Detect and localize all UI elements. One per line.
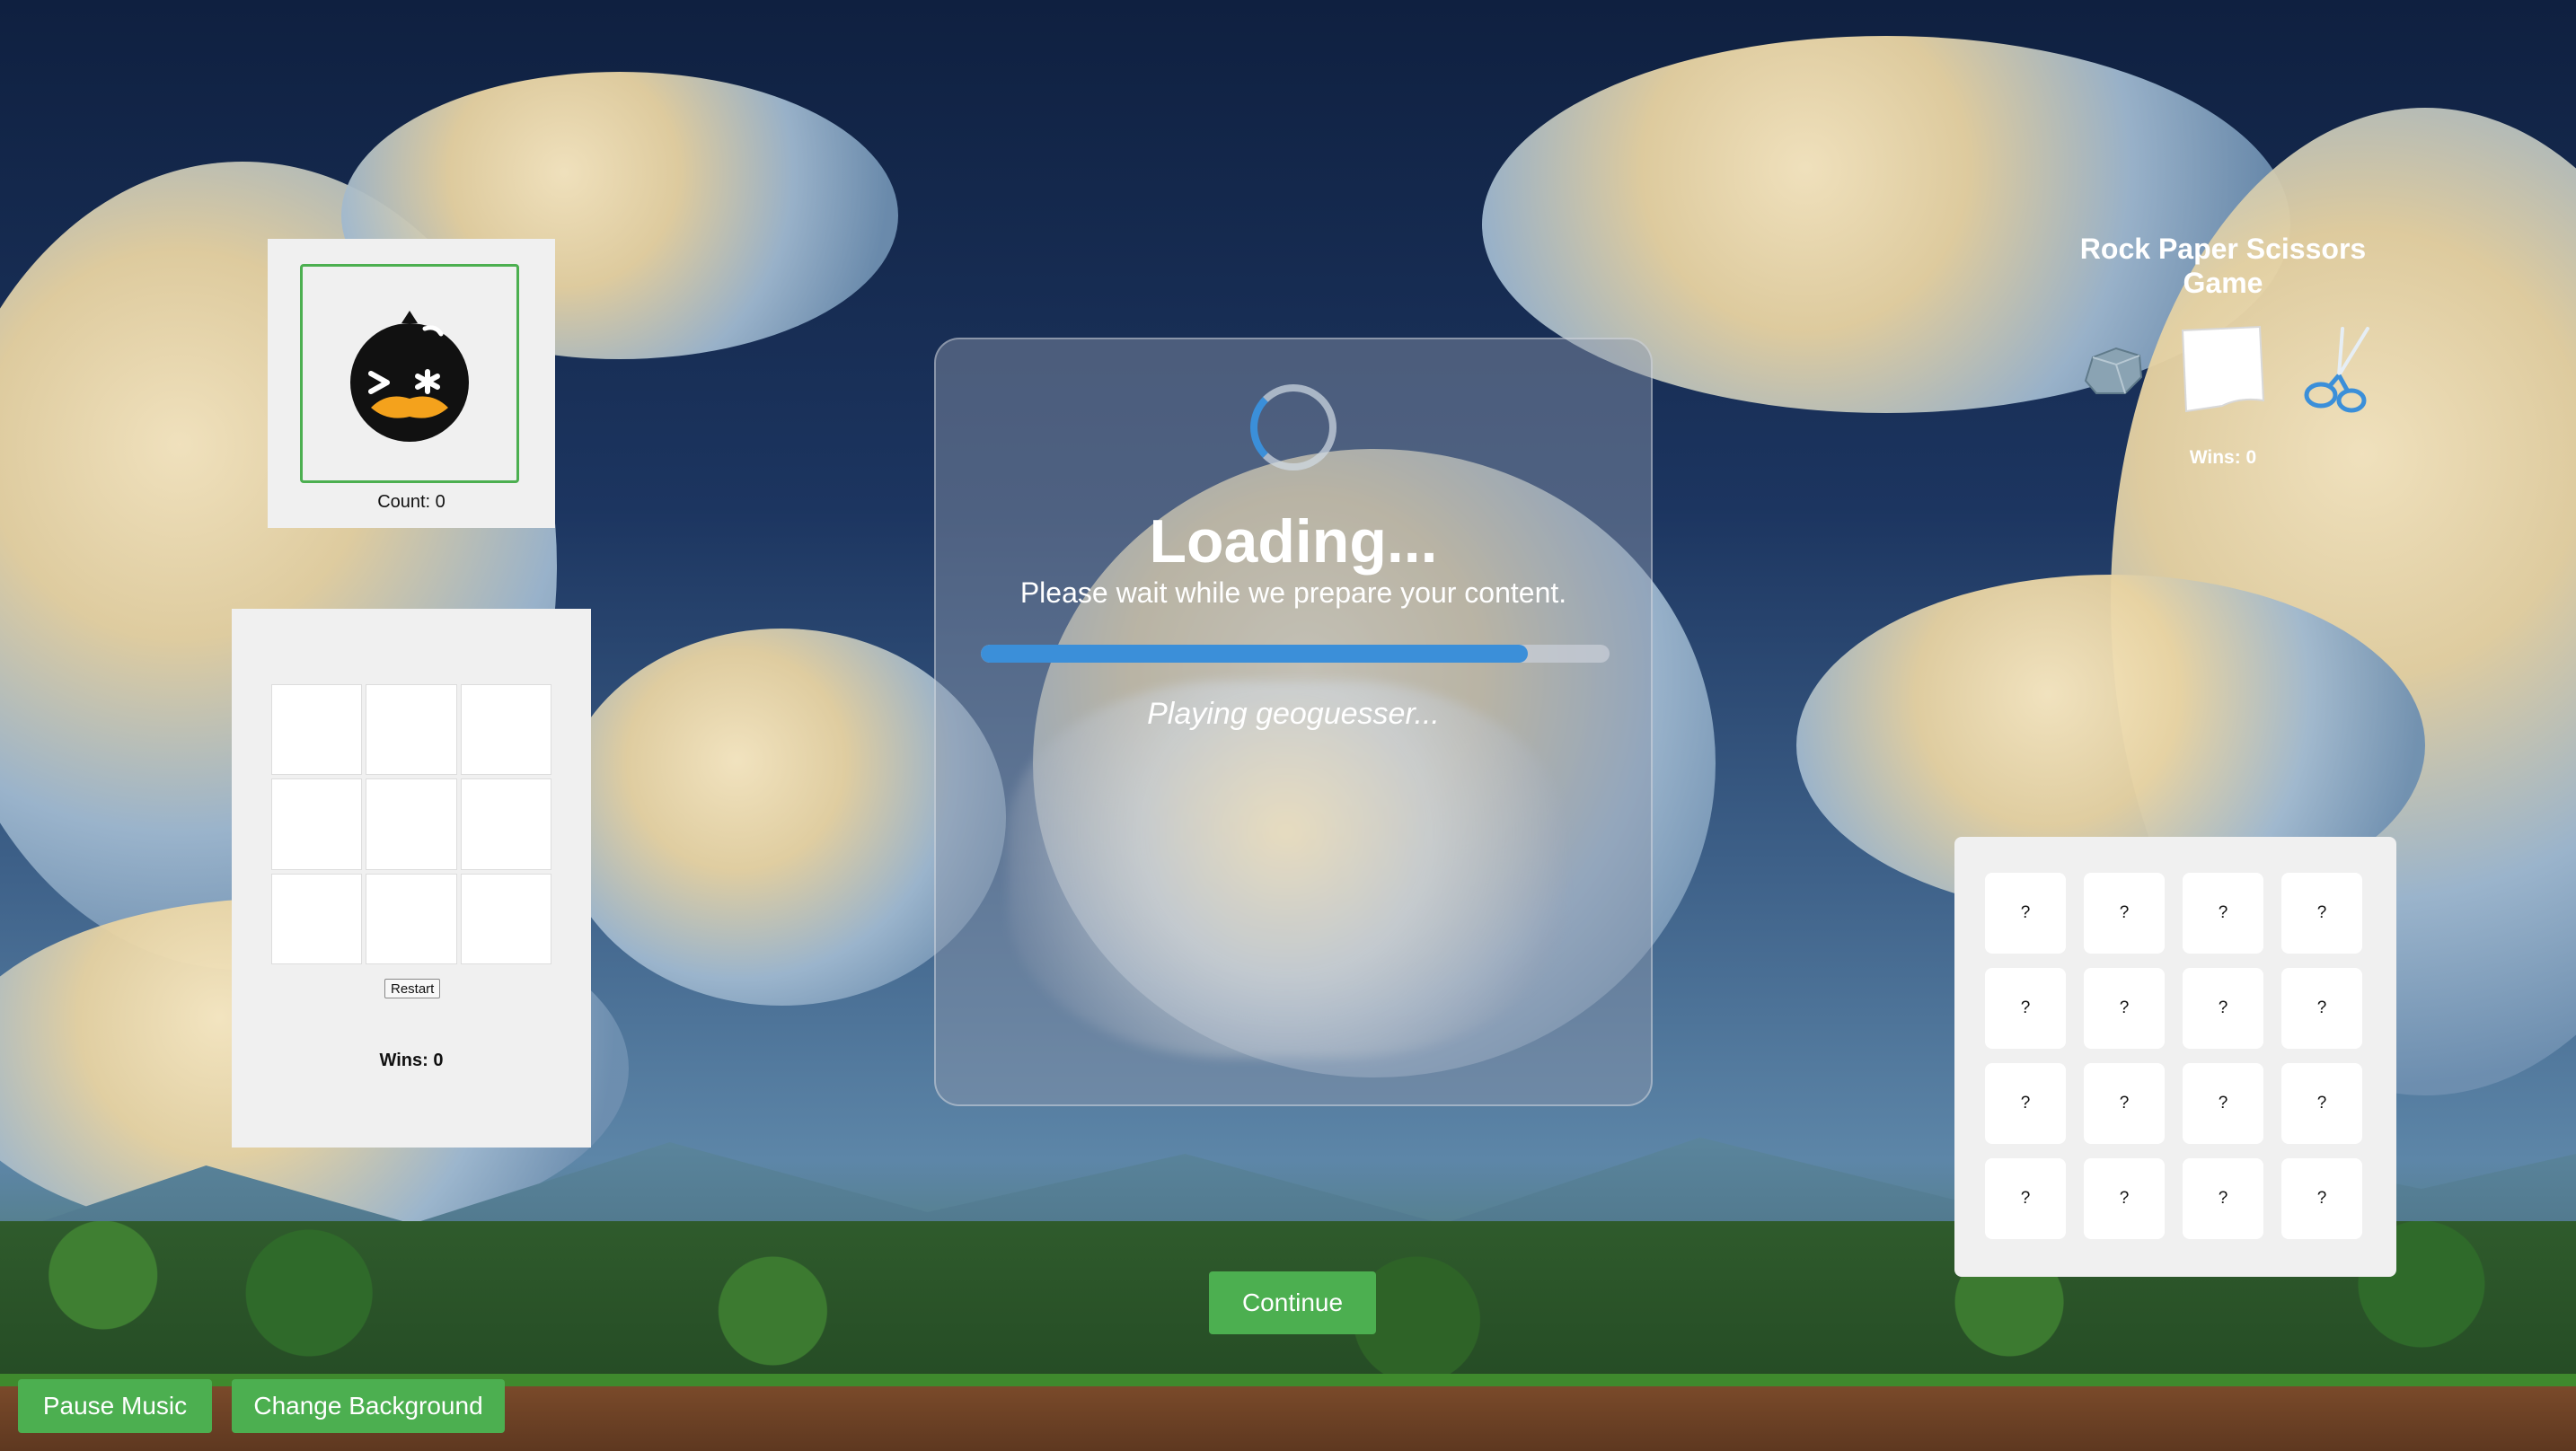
- tictactoe-cell[interactable]: [271, 873, 363, 964]
- loading-status: Playing geoguesser...: [1147, 697, 1440, 731]
- progress-bar-fill: [981, 645, 1528, 663]
- tictactoe-cell[interactable]: [366, 684, 457, 776]
- tictactoe-panel: Restart Wins: 0: [232, 609, 591, 1148]
- tictactoe-board: [271, 684, 551, 964]
- rps-panel: Rock Paper Scissors Game Wins: 0: [2048, 232, 2398, 474]
- tictactoe-cell[interactable]: [366, 778, 457, 870]
- modal-backdrop-cloud: [1008, 681, 1565, 1058]
- pet-panel: Count: 0: [268, 239, 555, 528]
- tictactoe-cell[interactable]: [460, 684, 551, 776]
- memory-game-panel: ? ? ? ? ? ? ? ? ? ? ? ? ? ? ? ?: [1954, 837, 2396, 1277]
- tictactoe-wins-label: Wins: 0: [379, 1051, 444, 1070]
- progress-bar: [981, 645, 1610, 663]
- rps-wins-label: Wins: 0: [2189, 447, 2257, 468]
- memory-card[interactable]: ?: [1985, 873, 2066, 954]
- memory-card[interactable]: ?: [2281, 968, 2362, 1049]
- loading-subtitle: Please wait while we prepare your conten…: [1019, 576, 1567, 609]
- continue-button[interactable]: Continue: [1209, 1271, 1376, 1334]
- pause-music-button[interactable]: Pause Music: [18, 1379, 212, 1433]
- memory-card[interactable]: ?: [2281, 873, 2362, 954]
- change-background-button[interactable]: Change Background: [232, 1379, 505, 1433]
- pet-count-label: Count: 0: [377, 492, 446, 512]
- memory-card[interactable]: ?: [2084, 968, 2165, 1049]
- scissors-icon[interactable]: [2301, 325, 2377, 415]
- loading-spinner-icon: [1250, 384, 1337, 470]
- memory-card[interactable]: ?: [2183, 873, 2263, 954]
- memory-card[interactable]: ?: [1985, 1158, 2066, 1239]
- memory-card[interactable]: ?: [2281, 1063, 2362, 1144]
- rock-icon[interactable]: [2080, 341, 2145, 399]
- memory-card[interactable]: ?: [2281, 1158, 2362, 1239]
- memory-card[interactable]: ?: [2084, 873, 2165, 954]
- tictactoe-cell[interactable]: [366, 873, 457, 964]
- memory-card[interactable]: ?: [2183, 968, 2263, 1049]
- pet-click-target[interactable]: [300, 264, 519, 483]
- tictactoe-cell[interactable]: [271, 778, 363, 870]
- memory-card[interactable]: ?: [2084, 1063, 2165, 1144]
- memory-card[interactable]: ?: [2183, 1063, 2263, 1144]
- rps-choices: [2080, 325, 2398, 415]
- loading-modal: Loading... Please wait while we prepare …: [934, 338, 1653, 1106]
- memory-card[interactable]: ?: [1985, 968, 2066, 1049]
- paper-icon[interactable]: [2177, 325, 2269, 415]
- memory-card[interactable]: ?: [2183, 1158, 2263, 1239]
- loading-title: Loading...: [1149, 507, 1438, 576]
- tictactoe-cell[interactable]: [460, 778, 551, 870]
- memory-card[interactable]: ?: [2084, 1158, 2165, 1239]
- rps-title: Rock Paper Scissors Game: [2079, 233, 2367, 299]
- tictactoe-cell[interactable]: [460, 873, 551, 964]
- memory-card[interactable]: ?: [1985, 1063, 2066, 1144]
- duck-icon: [350, 311, 469, 442]
- restart-button[interactable]: Restart: [384, 979, 441, 998]
- memory-grid: ? ? ? ? ? ? ? ? ? ? ? ? ? ? ? ?: [1985, 873, 2366, 1246]
- tictactoe-cell[interactable]: [271, 684, 363, 776]
